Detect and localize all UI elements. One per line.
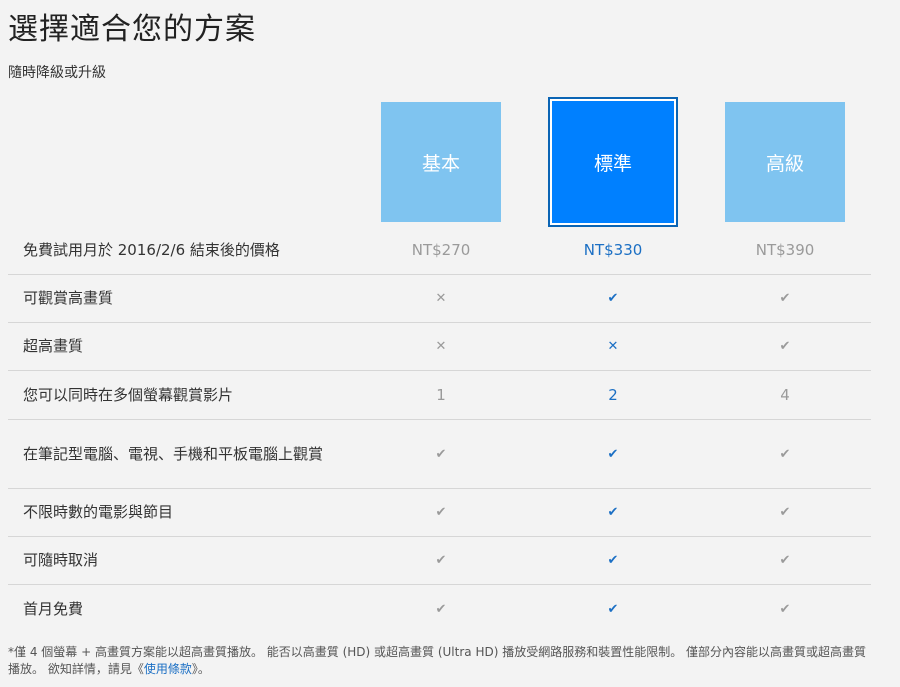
plan-label: 高級 [765, 152, 804, 175]
check-icon: ✔ [607, 601, 619, 617]
check-icon: ✔ [435, 553, 447, 568]
page-title: 選擇適合您的方案 [8, 12, 256, 47]
price-basic: NT$270 [411, 241, 471, 259]
screen-count-standard: 2 [608, 386, 618, 404]
row-label: 可觀賞高畫質 [23, 289, 114, 307]
plan-label: 標準 [593, 152, 632, 175]
check-icon: ✔ [435, 446, 447, 462]
table-row: 可隨時取消 ✔ ✔ ✔ [8, 537, 871, 585]
check-icon: ✔ [779, 601, 791, 617]
plan-standard-button[interactable]: 標準 [548, 97, 678, 227]
row-label: 可隨時取消 [23, 551, 99, 569]
table-row: 可觀賞高畫質 ✕ ✔ ✔ [8, 275, 871, 323]
terms-link[interactable]: 使用條款 [144, 662, 192, 676]
table-row: 您可以同時在多個螢幕觀賞影片 1 2 4 [8, 371, 871, 420]
footnote-text-end: 》。 [191, 662, 210, 676]
plan-premium-button[interactable]: 高級 [725, 102, 845, 222]
check-icon: ✔ [607, 291, 619, 306]
table-row: 首月免費 ✔ ✔ ✔ [8, 585, 871, 633]
check-icon: ✔ [779, 505, 791, 520]
row-label: 在筆記型電腦、電視、手機和平板電腦上觀賞 [23, 444, 324, 463]
check-icon: ✔ [607, 446, 619, 462]
check-icon: ✔ [435, 601, 447, 617]
check-icon: ✔ [607, 505, 619, 520]
price-standard: NT$330 [583, 241, 643, 259]
cross-icon: ✕ [435, 339, 447, 354]
check-icon: ✔ [779, 291, 791, 306]
row-label: 不限時數的電影與節目 [23, 503, 174, 521]
page-subtitle: 隨時降級或升級 [8, 65, 106, 81]
footnote-text: *僅 4 個螢幕 + 高畫質方案能以超高畫質播放。 能否以高畫質 (HD) 或超… [8, 645, 867, 676]
price-premium: NT$390 [755, 241, 815, 259]
plan-comparison-table: 免費試用月於 2016/2/6 結束後的價格 NT$270 NT$330 NT$… [8, 226, 871, 633]
table-row: 超高畫質 ✕ ✕ ✔ [8, 323, 871, 371]
check-icon: ✔ [779, 446, 791, 462]
check-icon: ✔ [435, 505, 447, 520]
check-icon: ✔ [779, 553, 791, 568]
row-label: 免費試用月於 2016/2/6 結束後的價格 [23, 240, 280, 259]
row-label: 您可以同時在多個螢幕觀賞影片 [23, 385, 234, 404]
row-label: 超高畫質 [23, 337, 84, 355]
check-icon: ✔ [779, 339, 791, 354]
table-row: 不限時數的電影與節目 ✔ ✔ ✔ [8, 489, 871, 537]
footnote: *僅 4 個螢幕 + 高畫質方案能以超高畫質播放。 能否以高畫質 (HD) 或超… [8, 644, 876, 678]
cross-icon: ✕ [607, 339, 619, 354]
screen-count-basic: 1 [436, 386, 446, 404]
table-row: 免費試用月於 2016/2/6 結束後的價格 NT$270 NT$330 NT$… [8, 226, 871, 275]
cross-icon: ✕ [435, 291, 447, 306]
plan-basic-button[interactable]: 基本 [381, 102, 501, 222]
check-icon: ✔ [607, 553, 619, 568]
plan-label: 基本 [421, 152, 460, 175]
table-row: 在筆記型電腦、電視、手機和平板電腦上觀賞 ✔ ✔ ✔ [8, 420, 871, 489]
row-label: 首月免費 [23, 599, 84, 618]
screen-count-premium: 4 [780, 386, 790, 404]
